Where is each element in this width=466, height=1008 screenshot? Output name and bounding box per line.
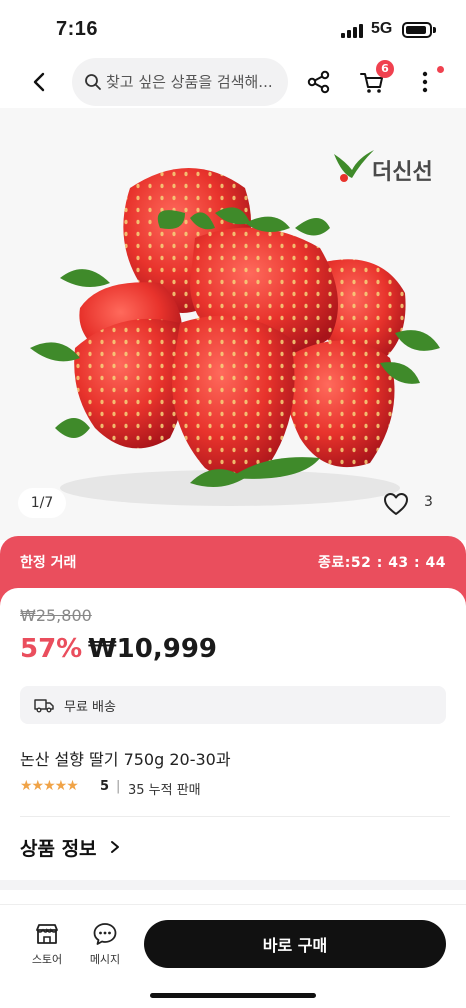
back-button[interactable]	[26, 68, 54, 96]
product-info-card: ₩25,800 57% ₩10,999 무료 배송 논산 설향 딸기 750g …	[0, 588, 466, 888]
status-time: 7:16	[56, 18, 99, 40]
product-image-gallery[interactable]: 더신선 1/7 3	[0, 108, 466, 540]
battery-tip	[433, 27, 436, 33]
message-icon	[93, 923, 117, 945]
discount-rate: 57%	[20, 634, 83, 664]
back-arrow-icon	[33, 72, 45, 92]
star-rating-icon: ★★★★★	[20, 778, 79, 794]
heart-icon	[384, 493, 408, 515]
product-title: 논산 설향 딸기 750g 20-30과	[20, 750, 231, 769]
chevron-right-icon	[111, 841, 119, 853]
sales-count: 35 누적 판매	[128, 783, 201, 798]
signal-icon	[341, 24, 365, 38]
search-input[interactable]	[106, 58, 282, 106]
search-icon	[85, 74, 101, 90]
more-vertical-icon	[422, 71, 428, 93]
message-tab-label: 메시지	[89, 953, 121, 966]
buy-now-button[interactable]: 바로 구매	[144, 920, 446, 968]
image-page-indicator: 1/7	[18, 488, 66, 518]
shipping-info: 무료 배송	[20, 686, 446, 724]
notification-dot	[437, 66, 444, 73]
like-count: 3	[424, 494, 433, 510]
truck-icon	[34, 699, 54, 713]
search-bar[interactable]	[72, 58, 288, 106]
battery-icon	[402, 22, 432, 38]
more-button[interactable]	[418, 68, 432, 96]
deal-label: 한정 거래	[20, 555, 77, 571]
top-nav: 6	[0, 56, 466, 108]
home-indicator	[150, 993, 316, 998]
sale-price: ₩10,999	[88, 634, 218, 664]
bottom-action-bar: 스토어 메시지 바로 구매	[0, 904, 466, 1008]
deal-countdown: 종료:52 : 43 : 44	[318, 555, 446, 571]
store-icon	[36, 924, 58, 944]
rating-separator: |	[116, 779, 121, 794]
brand-name: 더신선	[372, 160, 433, 185]
network-label: 5G	[371, 20, 393, 37]
product-info-link[interactable]: 상품 정보	[20, 834, 119, 862]
like-button[interactable]: 3	[382, 488, 448, 520]
original-price: ₩25,800	[20, 606, 92, 625]
status-bar: 7:16 5G	[0, 0, 466, 56]
section-separator	[0, 880, 466, 890]
product-info-label: 상품 정보	[20, 838, 97, 860]
shipping-label: 무료 배송	[64, 700, 116, 715]
message-tab[interactable]: 메시지	[82, 921, 128, 969]
store-tab-label: 스토어	[31, 953, 63, 966]
cart-count-badge: 6	[376, 60, 394, 78]
divider	[20, 816, 450, 817]
share-button[interactable]	[306, 69, 332, 95]
rating-value: 5	[100, 779, 110, 794]
store-tab[interactable]: 스토어	[24, 921, 70, 969]
share-icon	[307, 70, 330, 94]
